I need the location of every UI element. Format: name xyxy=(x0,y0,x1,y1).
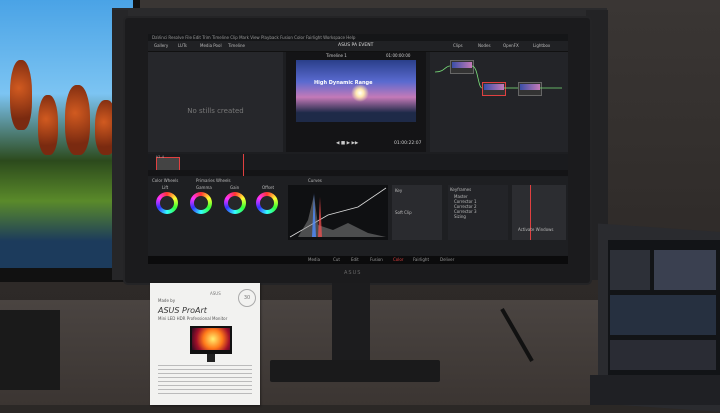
leaflet-title: ASUS ProArt xyxy=(158,306,207,315)
side-label-soft-clip: Soft Clip xyxy=(395,210,412,215)
laptop-panel xyxy=(610,250,650,290)
keyframes-label: Keyframes xyxy=(450,187,472,192)
viewer-timecode: 01:00:00:00 xyxy=(386,53,411,58)
leaflet-body-text xyxy=(158,365,252,395)
clip-label: V1.4 xyxy=(156,155,164,159)
keyframe-timeline[interactable]: Activate Windows xyxy=(512,185,566,240)
curve-graph xyxy=(289,187,387,238)
playhead[interactable] xyxy=(243,154,244,176)
lift-wheel[interactable] xyxy=(156,192,178,214)
keyframes-panel: Keyframes Master Corrector 1 Corrector 2… xyxy=(448,185,508,240)
laptop-panel xyxy=(610,295,716,335)
tree xyxy=(65,85,90,155)
toolbar-lightbox[interactable]: Lightbox xyxy=(533,42,550,50)
app-toolbar: Gallery LUTs Media Pool Timeline ASUS PA… xyxy=(148,41,568,52)
product-leaflet: ASUS 30 Made by ASUS ProArt Mini LED HDR… xyxy=(150,283,260,405)
page-tab-deliver[interactable]: Deliver xyxy=(440,257,454,262)
preview-title: High Dynamic Range xyxy=(314,80,373,86)
curves-scope[interactable] xyxy=(288,185,388,240)
laptop-keyboard xyxy=(590,375,720,405)
gamma-wheel[interactable] xyxy=(190,192,212,214)
offset-wheel[interactable] xyxy=(256,192,278,214)
toolbar-luts[interactable]: LUTs xyxy=(178,42,187,50)
windows-taskbar: Media Cut Edit Fusion Color Fairlight De… xyxy=(148,256,568,264)
side-label-key: Key xyxy=(395,188,403,193)
page-tab-color[interactable]: Color xyxy=(393,257,403,262)
monitor-brand: ASUS xyxy=(344,270,362,276)
wheel-label-gain: Gain xyxy=(230,185,240,190)
left-monitor-base xyxy=(0,310,60,390)
leaflet-brand: ASUS xyxy=(210,291,221,296)
leaflet-monitor-stand xyxy=(207,354,215,362)
node-item[interactable]: Sizing xyxy=(448,214,508,219)
gallery-empty-message: No stills created xyxy=(187,107,244,115)
page-tab-edit[interactable]: Edit xyxy=(351,257,359,262)
leaflet-monitor-screen xyxy=(192,328,230,350)
tree xyxy=(38,95,58,155)
toolbar-clips[interactable]: Clips xyxy=(453,42,463,50)
laptop-panel xyxy=(610,340,716,370)
project-title: ASUS PA EVENT xyxy=(338,43,374,48)
viewer-current-timecode: 01:00:22:07 xyxy=(394,141,422,146)
page-tab-media[interactable]: Media xyxy=(308,257,320,262)
primaries-label: Primaries Wheels xyxy=(196,178,231,183)
edit-panel: Key Soft Clip xyxy=(392,185,442,240)
gain-wheel[interactable] xyxy=(224,192,246,214)
viewer-preview-image: High Dynamic Range xyxy=(296,60,416,122)
laptop-panel xyxy=(654,250,716,290)
transport-controls: ◀ ■ ▶ ▶▶ 01:00:22:07 xyxy=(286,140,426,150)
sun-flare xyxy=(351,84,369,102)
toolbar-nodes[interactable]: Nodes xyxy=(478,42,491,50)
node-editor xyxy=(430,52,568,152)
timeline-ruler[interactable] xyxy=(148,170,568,176)
monitor-screen: DaVinci Resolve File Edit Trim Timeline … xyxy=(148,34,568,264)
page-tab-cut[interactable]: Cut xyxy=(333,257,340,262)
toolbar-timeline[interactable]: Timeline xyxy=(228,42,245,50)
wheel-label-offset: Offset xyxy=(262,185,275,190)
laptop-screen xyxy=(608,240,720,375)
page-tab-fusion[interactable]: Fusion xyxy=(370,257,383,262)
tree xyxy=(10,60,32,130)
page-tab-fairlight[interactable]: Fairlight xyxy=(413,257,429,262)
toolbar-media-pool[interactable]: Media Pool xyxy=(200,42,222,50)
app-menubar[interactable]: DaVinci Resolve File Edit Trim Timeline … xyxy=(148,34,568,41)
wheel-label-gamma: Gamma xyxy=(196,185,212,190)
timeline-name[interactable]: Timeline 1 xyxy=(326,53,347,58)
node-connections xyxy=(434,65,562,89)
color-panel: Color Wheels Primaries Wheels Curves Lif… xyxy=(148,177,568,255)
monitor-base xyxy=(270,360,440,382)
toolbar-openfx[interactable]: OpenFX xyxy=(503,42,519,50)
viewer-panel: Timeline 1 01:00:00:00 High Dynamic Rang… xyxy=(286,52,426,152)
toolbar-gallery[interactable]: Gallery xyxy=(154,42,168,50)
monitor-stand xyxy=(332,283,370,363)
activate-windows-text: Activate Windows xyxy=(518,227,554,232)
play-icon[interactable]: ◀ ■ ▶ ▶▶ xyxy=(336,141,358,146)
gallery-panel: No stills created xyxy=(148,52,283,152)
leaflet-monitor-image xyxy=(190,326,232,354)
anniversary-badge: 30 xyxy=(238,289,256,307)
leaflet-subtitle: Mini LED HDR Professional Monitor xyxy=(158,316,228,321)
curves-label: Curves xyxy=(308,178,322,183)
wheel-label-lift: Lift xyxy=(162,185,169,190)
clip-timeline[interactable]: V1.4 xyxy=(148,154,568,176)
leaflet-top-text: Made by xyxy=(158,298,176,303)
